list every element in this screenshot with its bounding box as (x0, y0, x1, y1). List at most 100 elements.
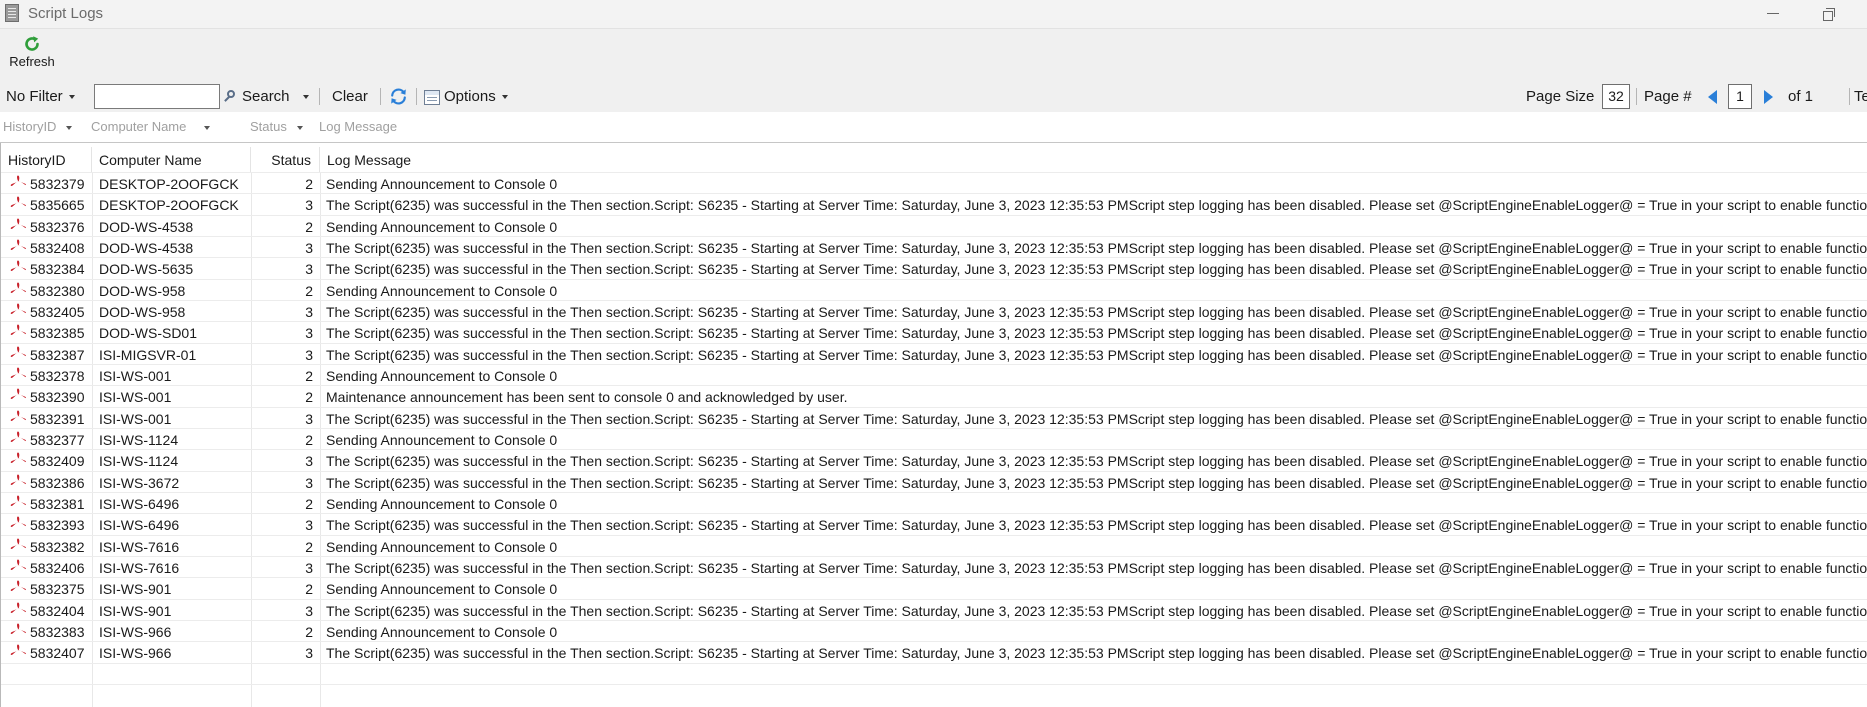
history-id-cell: 5832405 (30, 303, 85, 320)
pdf-icon (10, 644, 26, 656)
pdf-icon (10, 218, 26, 229)
filter-status[interactable]: Status (250, 112, 303, 142)
refresh-button[interactable]: Refresh (6, 33, 58, 77)
filter-dropdown[interactable]: No Filter (6, 81, 75, 112)
column-header-computer-name[interactable]: Computer Name (92, 147, 251, 172)
table-row[interactable]: 5832390 ISI-WS-001 2 Maintenance announceme… (1, 385, 1867, 406)
table-row[interactable]: 5835665 DESKTOP-2OOFGCK 3 The Script(6235) … (1, 193, 1867, 214)
page-count-label: of 1 (1788, 88, 1814, 105)
filter-history-id[interactable]: HistoryID (3, 112, 73, 142)
history-id-cell: 5832407 (30, 645, 85, 662)
status-cell: 2 (305, 176, 313, 192)
status-cell: 3 (305, 410, 313, 427)
page-size-input[interactable]: 32 (1602, 84, 1630, 109)
log-message-cell: Sending Announcement to Console 0 (326, 581, 558, 598)
filter-label: No Filter (6, 88, 63, 105)
history-id-cell: 5832376 (30, 218, 85, 235)
filter-computer-name[interactable]: Computer Name (91, 112, 211, 142)
column-header-log-message[interactable]: Log Message (320, 147, 1867, 172)
window-title: Script Logs (28, 5, 104, 22)
table-row[interactable]: 5832375 ISI-WS-901 2 Sending Announcement t… (1, 577, 1867, 598)
status-cell: 2 (305, 367, 313, 384)
history-id-cell: 5832390 (30, 389, 85, 406)
table-row[interactable]: 5832384 DOD-WS-5635 3 The Script(6235) was … (1, 257, 1867, 278)
status-cell: 3 (305, 261, 313, 278)
computer-name-cell: DOD-WS-SD01 (99, 325, 198, 342)
pdf-icon (10, 559, 26, 570)
empty-row (1, 683, 1867, 705)
table-row[interactable]: 5832377 ISI-WS-1124 2 Sending Announcement … (1, 427, 1867, 449)
log-message-cell: The Script(6235) was successful in the T… (326, 474, 1867, 491)
table-row[interactable]: 5832409 ISI-WS-1124 3 The Script(6235) was … (1, 449, 1867, 470)
log-message-cell: The Script(6235) was successful in the T… (326, 559, 1867, 576)
search-dropdown[interactable] (303, 81, 309, 112)
status-cell: 3 (305, 325, 313, 342)
history-id-cell: 5832377 (30, 431, 85, 448)
column-header-status[interactable]: Status (251, 147, 320, 172)
table-row[interactable]: 5832387 ISI-MIGSVR-01 3 The Script(6235) wa… (1, 342, 1867, 364)
options-icon (424, 89, 440, 105)
computer-name-cell: ISI-WS-7616 (99, 538, 180, 555)
table-row[interactable]: 5832379 DESKTOP-2OOFGCK 2 Sending Announcem… (1, 172, 1867, 193)
filter-log-message[interactable]: Log Message (319, 112, 397, 142)
pdf-icon (10, 623, 26, 634)
options-dropdown[interactable]: Options (424, 81, 508, 112)
log-message-cell: The Script(6235) was successful in the T… (326, 346, 1867, 363)
table-row[interactable]: 5832408 DOD-WS-4538 3 The Script(6235) was … (1, 235, 1867, 257)
filter-status-label: Status (250, 119, 287, 134)
computer-name-cell: DOD-WS-4538 (99, 239, 194, 256)
computer-name-cell: DOD-WS-4538 (99, 218, 194, 235)
truncated-toolbar-item[interactable]: Te (1854, 81, 1867, 112)
next-page-icon[interactable] (1764, 90, 1773, 104)
column-header-history-id[interactable]: HistoryID (1, 147, 92, 172)
table-row[interactable]: 5832404 ISI-WS-901 3 The Script(6235) was s… (1, 598, 1867, 620)
pdf-icon (10, 538, 26, 549)
table-row[interactable]: 5832385 DOD-WS-SD01 3 The Script(6235) was … (1, 321, 1867, 342)
table-row[interactable]: 5832383 ISI-WS-966 2 Sending Announcement t… (1, 619, 1867, 641)
computer-name-cell: ISI-MIGSVR-01 (99, 346, 197, 363)
log-message-cell: The Script(6235) was successful in the T… (326, 261, 1867, 278)
table-row[interactable]: 5832382 ISI-WS-7616 2 Sending Announcement … (1, 534, 1867, 556)
sync-icon[interactable] (389, 87, 408, 106)
pdf-icon (10, 282, 26, 293)
table-row[interactable]: 5832406 ISI-WS-7616 3 The Script(6235) was … (1, 555, 1867, 577)
previous-page-icon[interactable] (1708, 90, 1717, 104)
separator (1849, 88, 1850, 105)
table-row[interactable]: 5832405 DOD-WS-958 3 The Script(6235) was s… (1, 299, 1867, 321)
page-number-input[interactable]: 1 (1728, 84, 1752, 109)
search-button[interactable]: Search (224, 81, 290, 112)
table-row[interactable]: 5832407 ISI-WS-966 3 The Script(6235) was s… (1, 641, 1867, 662)
pdf-icon (10, 303, 26, 314)
table-row[interactable]: 5832393 ISI-WS-6496 3 The Script(6235) was … (1, 513, 1867, 534)
table-row[interactable]: 5832378 ISI-WS-001 2 Sending Announcement t… (1, 363, 1867, 385)
filter-computer-name-label: Computer Name (91, 119, 187, 134)
clear-button[interactable]: Clear (332, 81, 368, 112)
history-id-cell: 5832404 (30, 602, 85, 619)
restore-button[interactable] (1818, 4, 1838, 24)
search-label: Search (242, 88, 290, 105)
table-row[interactable]: 5832391 ISI-WS-001 3 The Script(6235) was s… (1, 406, 1867, 428)
separator (1636, 88, 1637, 105)
status-cell: 2 (305, 218, 313, 235)
minimize-button[interactable] (1763, 4, 1783, 24)
log-message-cell: Sending Announcement to Console 0 (326, 218, 558, 235)
status-cell: 2 (305, 389, 313, 406)
search-icon (224, 90, 238, 104)
log-message-cell: The Script(6235) was successful in the T… (326, 645, 1867, 662)
computer-name-cell: ISI-WS-001 (99, 410, 172, 427)
log-message-cell: The Script(6235) was successful in the T… (326, 303, 1867, 320)
pdf-icon (10, 602, 26, 613)
status-cell: 2 (305, 431, 313, 448)
table-row[interactable]: 5832386 ISI-WS-3672 3 The Script(6235) was … (1, 470, 1867, 492)
computer-name-cell: DOD-WS-958 (99, 282, 186, 299)
table-row[interactable]: 5832381 ISI-WS-6496 2 Sending Announcement … (1, 491, 1867, 513)
search-input[interactable] (94, 84, 220, 109)
history-id-cell: 5832408 (30, 239, 85, 256)
history-id-cell: 5832409 (30, 453, 85, 470)
options-label: Options (444, 88, 496, 105)
pdf-icon (10, 324, 26, 336)
history-id-cell: 5832391 (30, 410, 85, 427)
column-filter-row: HistoryID Computer Name Status Log Messa… (0, 112, 1867, 143)
table-row[interactable]: 5832376 DOD-WS-4538 2 Sending Announcement … (1, 214, 1867, 236)
table-row[interactable]: 5832380 DOD-WS-958 2 Sending Announcement t… (1, 278, 1867, 300)
